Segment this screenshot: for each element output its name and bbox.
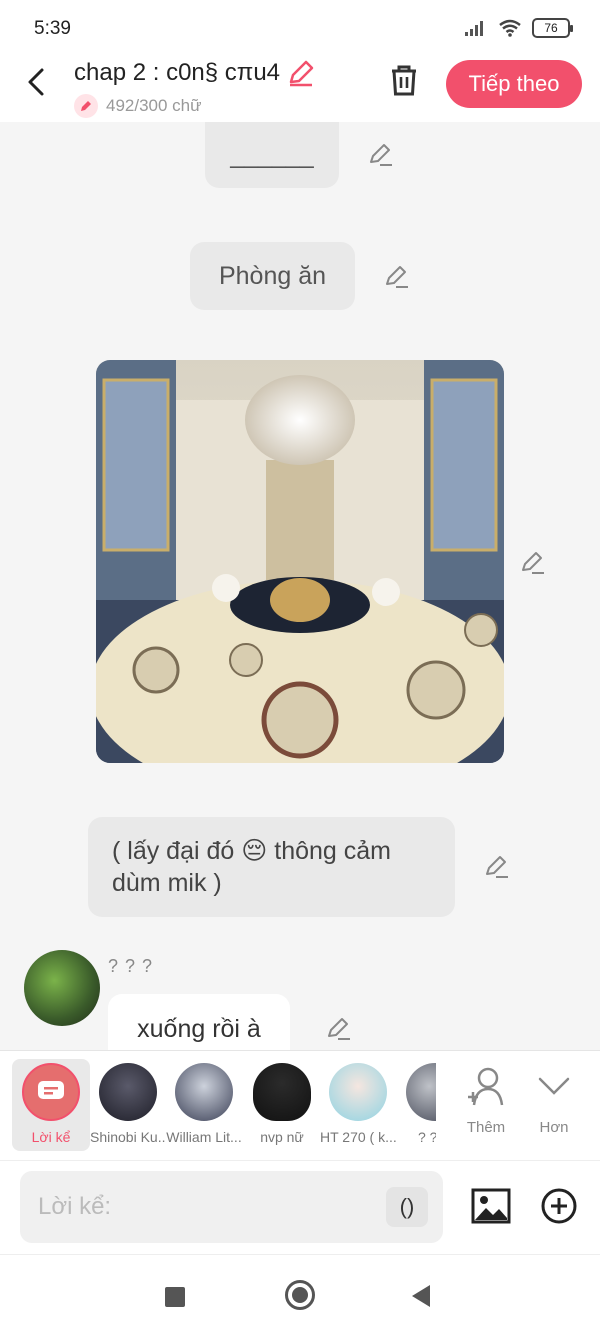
narration-bubble[interactable]: ( lấy đại đó 😔 thông cảm dùm mik ) — [88, 817, 455, 917]
image-icon[interactable] — [470, 1185, 512, 1227]
divider-bubble[interactable]: ______ — [205, 122, 339, 188]
story-content[interactable]: ______ Phòng ăn (lấy đại đó 😔 thông cảm… — [0, 122, 600, 1050]
back-arrow-icon[interactable] — [22, 64, 54, 100]
chevron-down-icon — [538, 1077, 570, 1095]
edit-image-icon[interactable] — [520, 550, 546, 576]
add-character-button[interactable]: Thêm — [456, 1065, 516, 1136]
picker-item-label: nvp nữ — [260, 1129, 304, 1145]
recents-icon[interactable] — [165, 1287, 185, 1307]
picker-item-label: William Lit... — [166, 1129, 242, 1145]
character-name: ? ? ? — [108, 956, 154, 976]
trash-icon[interactable] — [386, 62, 422, 98]
pencil-icon — [74, 94, 98, 118]
next-button[interactable]: Tiếp theo — [446, 60, 582, 108]
chapter-title-area: chap 2 : c0n§ cπu4 492/300 chữ — [74, 58, 316, 118]
more-button[interactable]: Hơn — [524, 1065, 584, 1136]
character-avatar[interactable] — [24, 950, 100, 1026]
scene-label: Phòng ăn — [218, 261, 327, 290]
edit-narration-icon[interactable] — [484, 854, 510, 880]
edit-scene-icon[interactable] — [384, 264, 410, 290]
picker-item-character[interactable]: Shinobi Ku... — [90, 1059, 166, 1145]
narration-text: ( lấy đại đó 😔 thông cảm dùm mik ) — [112, 837, 391, 897]
divider-text: ______ — [230, 140, 314, 169]
picker-item-narrator[interactable]: Lời kể — [12, 1059, 90, 1151]
avatar — [329, 1063, 387, 1121]
picker-item-label: ? ? — [418, 1129, 436, 1145]
picker-item-character[interactable]: William Lit... — [166, 1059, 242, 1145]
add-user-icon — [468, 1067, 504, 1106]
avatar — [406, 1063, 436, 1121]
picker-item-label: Shinobi Ku... — [90, 1129, 166, 1145]
chat-bubble-icon — [22, 1063, 80, 1121]
home-icon[interactable] — [285, 1280, 315, 1310]
scene-label-bubble[interactable]: Phòng ăn — [190, 242, 355, 310]
battery-level: 76 — [544, 21, 558, 35]
dining-room-image[interactable] — [96, 360, 504, 763]
picker-item-label: Lời kể — [31, 1129, 71, 1145]
status-icons: 76 — [464, 18, 573, 38]
picker-item-character[interactable]: nvp nữ — [244, 1059, 320, 1145]
edit-divider-icon[interactable] — [368, 142, 394, 168]
system-nav-bar — [0, 1254, 600, 1333]
more-label: Hơn — [539, 1119, 569, 1136]
edit-title-icon[interactable] — [286, 58, 316, 88]
character-picker: Lời kể Shinobi Ku... William Lit... nvp … — [0, 1050, 600, 1160]
editor-header: chap 2 : c0n§ cπu4 492/300 chữ Tiếp theo — [0, 56, 600, 122]
word-count: 492/300 chữ — [106, 96, 202, 115]
back-icon[interactable] — [412, 1285, 430, 1307]
picker-item-label: HT 270 ( k... — [320, 1129, 396, 1145]
wifi-icon — [499, 19, 521, 37]
chapter-title[interactable]: chap 2 : c0n§ cπu4 — [74, 59, 280, 87]
parentheses-button[interactable]: () — [386, 1187, 428, 1227]
message-input[interactable]: Lời kể: — [20, 1171, 443, 1243]
plus-circle-icon[interactable] — [540, 1187, 578, 1225]
picker-item-character[interactable]: HT 270 ( k... — [320, 1059, 396, 1145]
composer: Lời kể: () — [0, 1160, 600, 1254]
avatar — [175, 1063, 233, 1121]
signal-icon — [465, 21, 483, 36]
picker-item-character[interactable]: ? ? — [400, 1059, 436, 1145]
battery-icon: 76 — [532, 18, 573, 38]
avatar — [99, 1063, 157, 1121]
status-time: 5:39 — [34, 18, 71, 39]
add-character-label: Thêm — [466, 1119, 506, 1136]
character-message-bubble[interactable]: xuống rồi à — [108, 994, 290, 1050]
status-bar: 5:39 76 — [0, 0, 600, 56]
avatar — [253, 1063, 311, 1121]
message-input-placeholder: Lời kể: — [38, 1193, 112, 1220]
edit-character-message-icon[interactable] — [326, 1016, 352, 1042]
character-message-text: xuống rồi à — [137, 1014, 261, 1043]
